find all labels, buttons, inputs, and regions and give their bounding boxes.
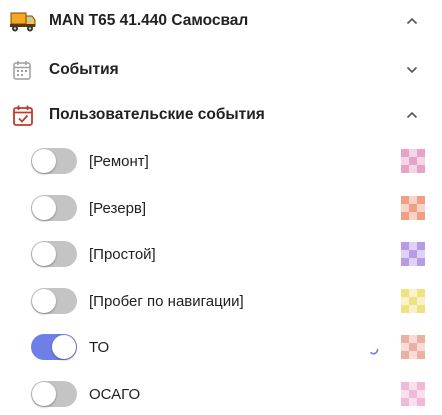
event-label: ТО	[89, 338, 110, 356]
swatch-cell	[401, 289, 409, 297]
event-color-swatch[interactable]	[401, 196, 425, 220]
events-section-header[interactable]: События	[0, 53, 442, 87]
event-color-swatch[interactable]	[401, 289, 425, 313]
toggle-knob	[32, 289, 56, 313]
event-color-swatch[interactable]	[401, 242, 425, 266]
event-label: ОСАГО	[89, 385, 141, 403]
swatch-cell	[409, 204, 417, 212]
event-row-idle: [Простой]	[0, 239, 442, 269]
toggle-knob	[32, 149, 56, 173]
event-color-swatch[interactable]	[401, 335, 425, 359]
calendar-check-icon	[12, 104, 34, 126]
swatch-cell	[417, 390, 425, 398]
swatch-cell	[401, 382, 409, 390]
swatch-cell	[409, 212, 417, 220]
swatch-cell	[401, 212, 409, 220]
swatch-cell	[417, 212, 425, 220]
custom-events-section-header[interactable]: Пользовательские события	[0, 98, 442, 132]
event-label: [Пробег по навигации]	[89, 292, 244, 310]
swatch-cell	[417, 289, 425, 297]
swatch-cell	[417, 250, 425, 258]
event-row-repair: [Ремонт]	[0, 146, 442, 176]
event-toggle[interactable]	[31, 288, 77, 314]
swatch-cell	[401, 390, 409, 398]
event-color-swatch[interactable]	[401, 149, 425, 173]
swatch-cell	[409, 335, 417, 343]
loading-spinner-icon	[368, 342, 379, 355]
dump-truck-icon	[9, 9, 37, 33]
swatch-cell	[409, 196, 417, 204]
swatch-cell	[417, 297, 425, 305]
event-toggle[interactable]	[31, 241, 77, 267]
toggle-knob	[52, 335, 76, 359]
vehicle-header[interactable]: MAN T65 41.440 Самосвал	[0, 4, 442, 38]
swatch-cell	[409, 289, 417, 297]
swatch-cell	[417, 351, 425, 359]
toggle-knob	[32, 196, 56, 220]
swatch-cell	[409, 398, 417, 406]
chevron-up-icon[interactable]	[404, 107, 420, 123]
swatch-cell	[417, 157, 425, 165]
toggle-knob	[32, 382, 56, 406]
event-color-swatch[interactable]	[401, 382, 425, 406]
event-label: [Резерв]	[89, 199, 147, 217]
swatch-cell	[409, 165, 417, 173]
swatch-cell	[417, 382, 425, 390]
events-section-label: События	[49, 61, 119, 78]
swatch-cell	[409, 351, 417, 359]
swatch-cell	[401, 305, 409, 313]
event-row-maintenance: ТО	[0, 332, 442, 362]
swatch-cell	[417, 343, 425, 351]
swatch-cell	[401, 343, 409, 351]
swatch-cell	[401, 149, 409, 157]
swatch-cell	[401, 250, 409, 258]
swatch-cell	[417, 149, 425, 157]
vehicle-title: MAN T65 41.440 Самосвал	[49, 12, 249, 29]
event-row-reserve: [Резерв]	[0, 193, 442, 223]
swatch-cell	[401, 204, 409, 212]
swatch-cell	[401, 165, 409, 173]
swatch-cell	[401, 258, 409, 266]
swatch-cell	[401, 242, 409, 250]
event-row-nav-mileage: [Пробег по навигации]	[0, 286, 442, 316]
chevron-down-icon[interactable]	[404, 62, 420, 78]
swatch-cell	[401, 398, 409, 406]
swatch-cell	[417, 196, 425, 204]
swatch-cell	[409, 258, 417, 266]
swatch-cell	[401, 157, 409, 165]
event-row-osago: ОСАГО	[0, 379, 442, 409]
custom-events-section-label: Пользовательские события	[49, 106, 265, 123]
event-toggle[interactable]	[31, 334, 77, 360]
swatch-cell	[401, 351, 409, 359]
event-toggle[interactable]	[31, 148, 77, 174]
swatch-cell	[409, 157, 417, 165]
swatch-cell	[409, 390, 417, 398]
event-label: [Простой]	[89, 245, 156, 263]
swatch-cell	[401, 196, 409, 204]
swatch-cell	[409, 297, 417, 305]
swatch-cell	[417, 258, 425, 266]
swatch-cell	[417, 242, 425, 250]
swatch-cell	[401, 335, 409, 343]
swatch-cell	[409, 305, 417, 313]
swatch-cell	[409, 343, 417, 351]
swatch-cell	[417, 335, 425, 343]
event-toggle[interactable]	[31, 195, 77, 221]
toggle-knob	[32, 242, 56, 266]
swatch-cell	[417, 305, 425, 313]
swatch-cell	[409, 250, 417, 258]
chevron-up-icon[interactable]	[404, 13, 420, 29]
swatch-cell	[417, 398, 425, 406]
swatch-cell	[409, 242, 417, 250]
swatch-cell	[417, 165, 425, 173]
swatch-cell	[409, 382, 417, 390]
event-toggle[interactable]	[31, 381, 77, 407]
calendar-icon	[12, 60, 32, 80]
swatch-cell	[417, 204, 425, 212]
swatch-cell	[409, 149, 417, 157]
swatch-cell	[401, 297, 409, 305]
event-label: [Ремонт]	[89, 152, 149, 170]
